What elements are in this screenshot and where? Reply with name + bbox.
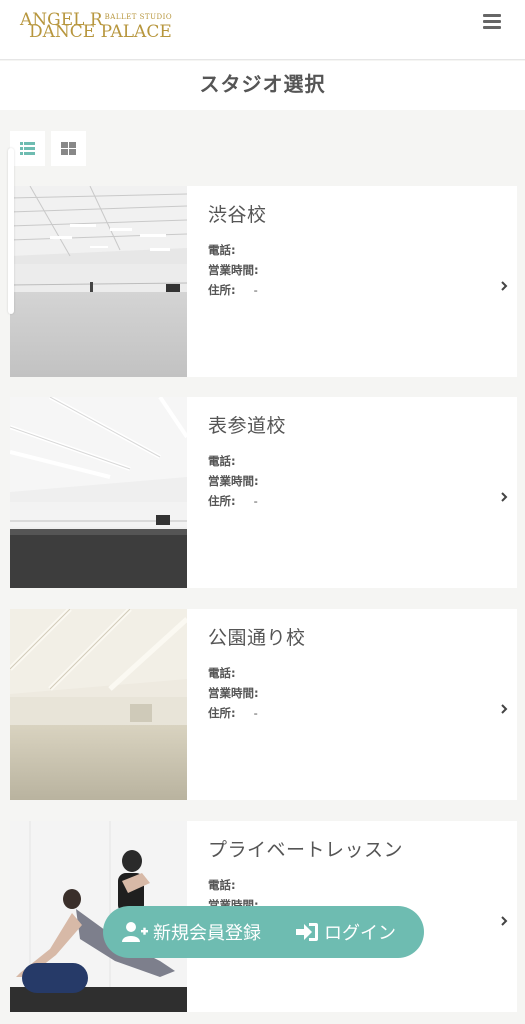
studio-hours: 営業時間: (208, 686, 259, 700)
studio-phone: 電話: (208, 878, 236, 892)
sign-in-icon (296, 923, 318, 941)
studio-address: 住所: - (208, 494, 258, 508)
studio-hours: 営業時間: (208, 263, 259, 277)
studio-card-omotesando[interactable]: 表参道校 電話: 営業時間: 住所: - (10, 397, 517, 588)
brand-logo[interactable]: ANGEL R BALLET STUDIO DANCE PALACE (20, 8, 172, 44)
studio-name: 渋谷校 (208, 204, 267, 226)
grid-view-icon (61, 142, 76, 155)
studio-phone: 電話: (208, 454, 236, 468)
studio-card-shibuya[interactable]: 渋谷校 電話: 営業時間: 住所: - (10, 186, 517, 377)
grid-view-button[interactable] (51, 131, 86, 166)
chevron-right-icon (501, 704, 508, 714)
studio-hours: 営業時間: (208, 474, 259, 488)
chevron-right-icon (501, 281, 508, 291)
studio-photo (10, 397, 187, 588)
chevron-right-icon (501, 492, 508, 502)
login-button[interactable]: ログイン (295, 906, 396, 958)
studio-phone: 電話: (208, 243, 236, 257)
user-plus-icon (122, 922, 148, 942)
page-title: スタジオ選択 (199, 72, 326, 96)
page-title-bar: スタジオ選択 (0, 61, 525, 110)
logo-line2: DANCE PALACE (29, 22, 172, 42)
hamburger-menu-icon[interactable] (481, 12, 505, 32)
register-button[interactable]: 新規会員登録 (121, 906, 261, 958)
studio-photo (10, 186, 187, 377)
studio-photo (10, 609, 187, 800)
studio-address: 住所: - (208, 706, 258, 720)
logo-studio: BALLET STUDIO (104, 13, 173, 21)
scrollbar[interactable] (8, 148, 14, 314)
chevron-right-icon (501, 916, 508, 926)
list-view-icon (20, 142, 35, 155)
floating-cta-bar: 新規会員登録 ログイン (103, 906, 424, 958)
studio-address: 住所: - (208, 283, 258, 297)
studio-name: プライベートレッスン (208, 839, 404, 861)
login-label: ログイン (324, 923, 396, 944)
app-header: ANGEL R BALLET STUDIO DANCE PALACE (0, 0, 525, 60)
studio-name: 公園通り校 (208, 627, 306, 649)
studio-name: 表参道校 (208, 415, 287, 437)
studio-phone: 電話: (208, 666, 236, 680)
register-label: 新規会員登録 (153, 923, 261, 944)
list-view-button[interactable] (10, 131, 45, 166)
studio-card-koendori[interactable]: 公園通り校 電話: 営業時間: 住所: - (10, 609, 517, 800)
